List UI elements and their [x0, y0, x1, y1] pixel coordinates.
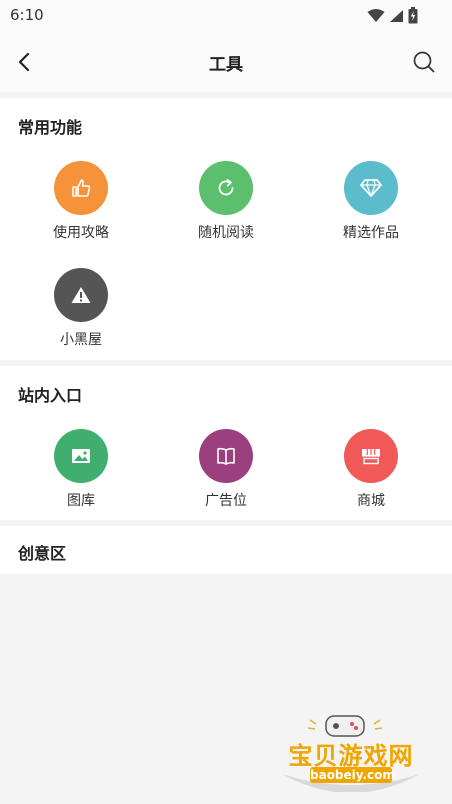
usage-guide-circle — [54, 161, 108, 215]
item-label: 随机阅读 — [198, 225, 254, 241]
watermark-logo: 宝贝游戏网 baobeiy.com — [276, 712, 426, 793]
shop-icon — [362, 449, 380, 465]
random-read-item[interactable]: 随机阅读 — [171, 161, 281, 242]
featured-works-circle — [344, 161, 398, 215]
section-title: 创意区 — [18, 544, 67, 563]
ad-slot-circle — [199, 429, 253, 483]
top-app-bar: 工具 — [0, 32, 452, 92]
black-room-circle — [54, 268, 108, 322]
item-label: 小黑屋 — [60, 332, 102, 348]
warning-icon — [71, 287, 91, 303]
watermark-domain: baobeiy.com — [310, 767, 395, 783]
item-label: 使用攻略 — [53, 225, 109, 241]
search-icon — [413, 51, 435, 73]
item-label: 图库 — [67, 493, 95, 509]
gallery-item[interactable]: 图库 — [26, 429, 136, 510]
diamond-icon — [360, 179, 382, 197]
common-functions-section: 常用功能 使用攻略 随机阅读 精选作品 小黑屋 — [0, 98, 452, 360]
section-title: 常用功能 — [18, 118, 83, 137]
search-button[interactable] — [408, 46, 440, 78]
black-room-item[interactable]: 小黑屋 — [26, 268, 136, 349]
watermark-brand: 宝贝游戏网 — [288, 742, 414, 770]
creative-section: 创意区 — [0, 526, 452, 574]
mall-circle — [344, 429, 398, 483]
wifi-icon — [367, 8, 385, 22]
status-icons — [367, 7, 418, 24]
status-bar: 6:10 — [0, 0, 452, 32]
usage-guide-item[interactable]: 使用攻略 — [26, 161, 136, 242]
status-time: 6:10 — [10, 6, 44, 24]
mall-item[interactable]: 商城 — [316, 429, 426, 510]
item-label: 精选作品 — [343, 225, 399, 241]
section-title: 站内入口 — [18, 386, 83, 405]
item-label: 商城 — [357, 493, 385, 509]
item-label: 广告位 — [205, 493, 247, 509]
book-icon — [217, 447, 235, 465]
site-entrance-section: 站内入口 图库 广告位 商城 — [0, 366, 452, 520]
random-read-circle — [199, 161, 253, 215]
image-icon — [72, 449, 90, 463]
signal-icon — [390, 9, 403, 22]
refresh-icon — [218, 179, 234, 196]
gallery-circle — [54, 429, 108, 483]
battery-charging-icon — [408, 7, 418, 24]
featured-works-item[interactable]: 精选作品 — [316, 161, 426, 242]
ad-slot-item[interactable]: 广告位 — [171, 429, 281, 510]
thumbs-up-icon — [72, 179, 91, 197]
page-title: 工具 — [209, 55, 243, 75]
